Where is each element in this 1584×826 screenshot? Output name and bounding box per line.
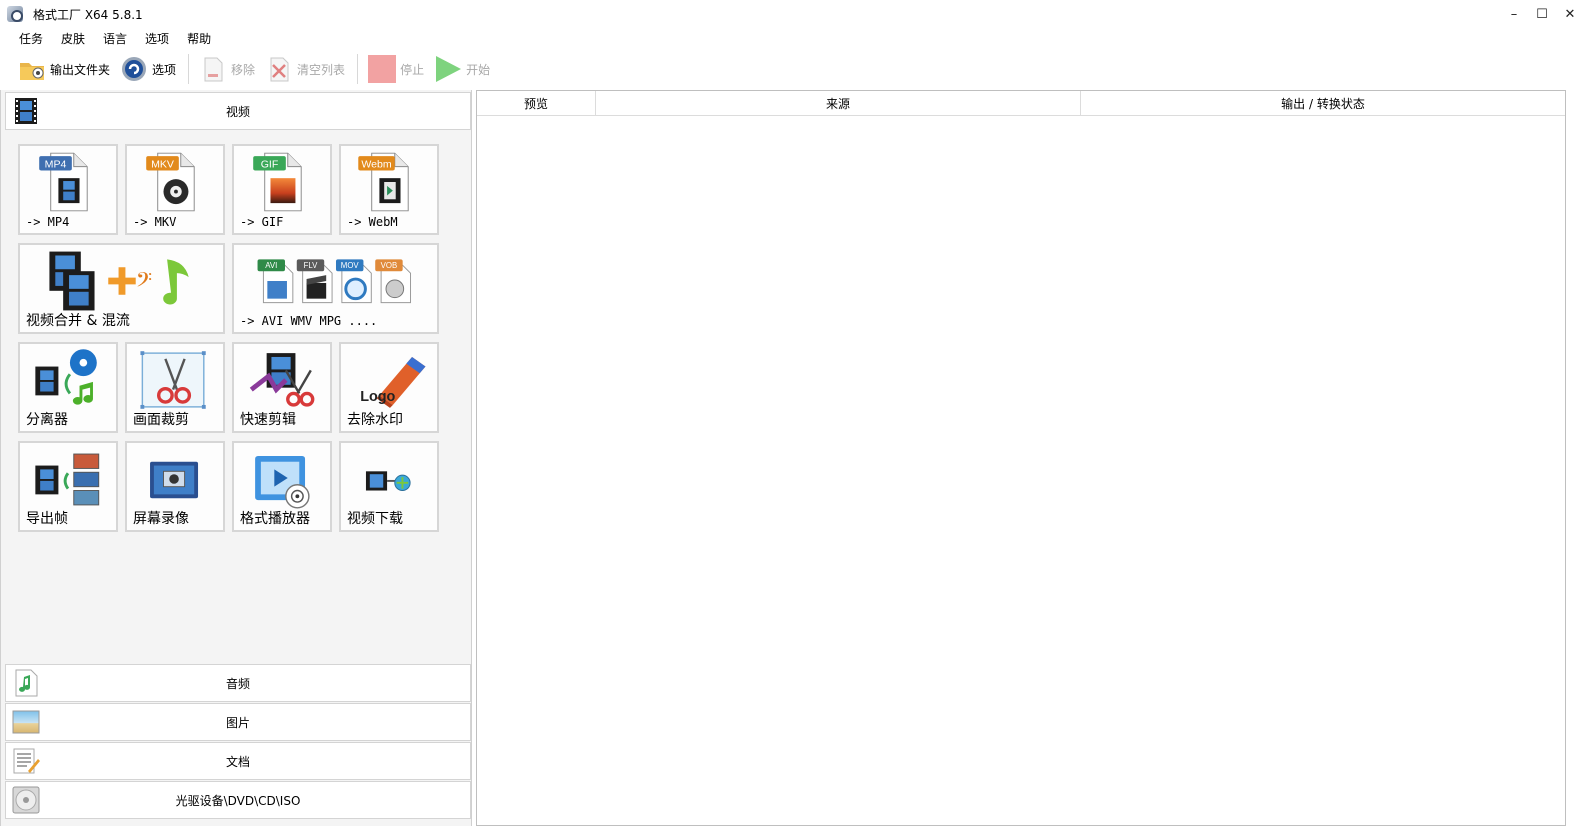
svg-text:𝄢: 𝄢 bbox=[136, 268, 152, 298]
tile-quick-cut[interactable]: 快速剪辑 bbox=[232, 342, 332, 433]
menu-bar: 任务 皮肤 语言 选项 帮助 bbox=[0, 28, 220, 48]
toolbar-separator bbox=[188, 54, 190, 84]
tile-splitter[interactable]: 分离器 bbox=[18, 342, 118, 433]
task-list[interactable]: 预览 来源 输出 / 转换状态 bbox=[476, 90, 1566, 826]
flv-badge: FLV bbox=[304, 261, 319, 270]
gif-badge: GIF bbox=[261, 159, 279, 171]
tile-screen-record[interactable]: 屏幕录像 bbox=[125, 441, 225, 532]
minimize-button[interactable]: – bbox=[1500, 0, 1528, 28]
tile-to-mkv[interactable]: MKV -> MKV bbox=[125, 144, 225, 235]
app-icon bbox=[7, 6, 23, 22]
mkv-badge: MKV bbox=[151, 159, 174, 171]
title-bar: 格式工厂 X64 5.8.1 – ☐ ✕ bbox=[0, 0, 1584, 28]
clear-list-icon bbox=[270, 57, 289, 82]
output-folder-button[interactable]: 输出文件夹 bbox=[14, 52, 114, 86]
folder-icon bbox=[20, 63, 44, 80]
window-controls: – ☐ ✕ bbox=[1500, 0, 1584, 28]
category-video[interactable]: 视频 bbox=[5, 92, 471, 130]
document-remove-icon bbox=[204, 57, 223, 82]
avi-badge: AVI bbox=[265, 261, 277, 270]
column-output-status[interactable]: 输出 / 转换状态 bbox=[1081, 91, 1565, 116]
quick-cut-icon bbox=[249, 353, 315, 407]
menu-task[interactable]: 任务 bbox=[10, 30, 52, 47]
category-disc[interactable]: 光驱设备\DVD\CD\ISO bbox=[5, 781, 471, 819]
tile-crop[interactable]: 画面裁剪 bbox=[125, 342, 225, 433]
disc-drive-icon bbox=[12, 786, 40, 814]
toolbar: 输出文件夹 选项 移除 清空列表 停止 开始 bbox=[0, 50, 1584, 88]
stop-icon bbox=[368, 55, 397, 83]
menu-help[interactable]: 帮助 bbox=[178, 30, 220, 47]
mov-badge: MOV bbox=[341, 261, 360, 270]
tile-to-gif[interactable]: GIF -> GIF bbox=[232, 144, 332, 235]
crop-scissors-icon bbox=[140, 351, 206, 409]
logo-text: Logo bbox=[360, 389, 395, 405]
tile-to-mp4[interactable]: MP4 -> MP4 bbox=[18, 144, 118, 235]
tile-player[interactable]: 格式播放器 bbox=[232, 441, 332, 532]
maximize-button[interactable]: ☐ bbox=[1528, 0, 1556, 28]
splitter-icon bbox=[35, 349, 97, 405]
stop-button[interactable]: 停止 bbox=[364, 52, 428, 86]
mkv-file-icon: MKV bbox=[146, 152, 195, 212]
start-button[interactable]: 开始 bbox=[430, 52, 494, 86]
webm-file-icon: Webm bbox=[358, 152, 409, 212]
video-merge-icon: 𝄢 bbox=[49, 251, 189, 311]
category-panel: 视频 MP4 -> MP4 MKV -> MKV GIF -> GIF Webm… bbox=[0, 90, 472, 826]
column-source[interactable]: 来源 bbox=[596, 91, 1081, 116]
vob-badge: VOB bbox=[381, 261, 398, 270]
tile-video-merge[interactable]: 𝄢 视频合并 & 混流 bbox=[18, 243, 225, 334]
window-title: 格式工厂 X64 5.8.1 bbox=[33, 7, 143, 22]
film-icon bbox=[15, 98, 37, 124]
menu-options[interactable]: 选项 bbox=[136, 30, 178, 47]
clear-list-button[interactable]: 清空列表 bbox=[261, 52, 349, 86]
music-note-icon bbox=[15, 669, 38, 697]
mp4-file-icon: MP4 bbox=[39, 152, 88, 212]
menu-language[interactable]: 语言 bbox=[94, 30, 136, 47]
toolbar-separator bbox=[357, 54, 359, 84]
category-document[interactable]: 文档 bbox=[5, 742, 471, 780]
options-button[interactable]: 选项 bbox=[116, 52, 180, 86]
video-download-icon bbox=[365, 471, 411, 491]
gif-file-icon: GIF bbox=[253, 152, 302, 212]
tile-to-other-formats[interactable]: AVI FLV MOV VOB -> AVI WMV MPG .... bbox=[232, 243, 439, 334]
eraser-icon: Logo bbox=[360, 356, 426, 408]
tile-video-download[interactable]: 视频下载 bbox=[339, 441, 439, 532]
mp4-badge: MP4 bbox=[45, 159, 67, 171]
player-icon bbox=[255, 455, 310, 509]
category-audio[interactable]: 音频 bbox=[5, 664, 471, 702]
tile-remove-watermark[interactable]: Logo 去除水印 bbox=[339, 342, 439, 433]
menu-skin[interactable]: 皮肤 bbox=[52, 30, 94, 47]
close-button[interactable]: ✕ bbox=[1556, 0, 1584, 28]
screen-record-icon bbox=[150, 461, 199, 499]
tile-export-frames[interactable]: 导出帧 bbox=[18, 441, 118, 532]
column-preview[interactable]: 预览 bbox=[477, 91, 596, 116]
webm-badge: Webm bbox=[361, 159, 391, 171]
task-list-header: 预览 来源 输出 / 转换状态 bbox=[477, 91, 1565, 116]
picture-icon bbox=[12, 710, 40, 734]
gear-icon bbox=[122, 57, 147, 81]
play-icon bbox=[436, 56, 462, 82]
other-formats-icon: AVI FLV MOV VOB bbox=[257, 259, 412, 304]
export-frames-icon bbox=[35, 453, 100, 506]
category-image[interactable]: 图片 bbox=[5, 703, 471, 741]
document-edit-icon bbox=[13, 748, 40, 774]
remove-button[interactable]: 移除 bbox=[195, 52, 259, 86]
tile-to-webm[interactable]: Webm -> WebM bbox=[339, 144, 439, 235]
